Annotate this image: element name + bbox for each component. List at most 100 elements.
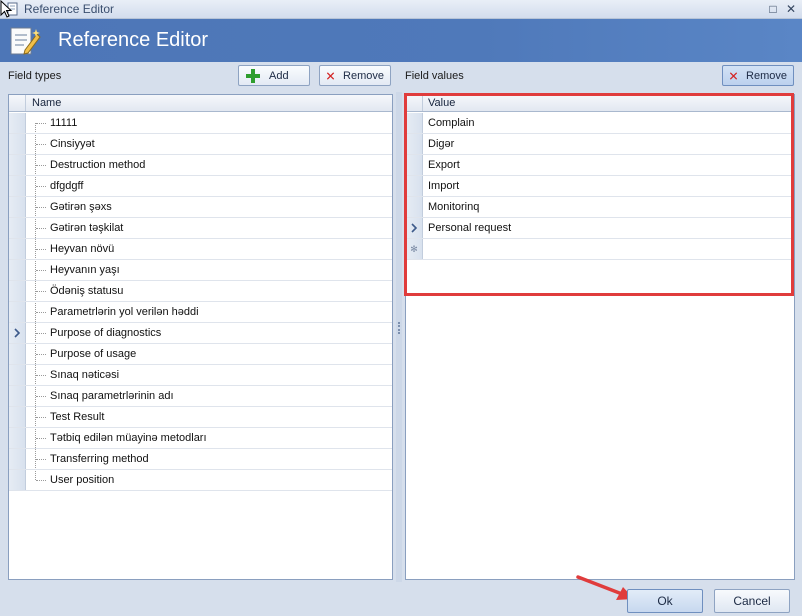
field-value-row[interactable]: Complain: [406, 113, 794, 134]
field-type-row[interactable]: Destruction method: [9, 155, 392, 176]
field-type-row[interactable]: Gətirən təşkilat: [9, 218, 392, 239]
field-type-name: Cinsiyyət: [50, 138, 95, 150]
new-row-asterisk-icon[interactable]: ✻: [406, 239, 423, 259]
field-value-text: Export: [428, 159, 460, 171]
tree-connector-branch: [36, 396, 46, 397]
current-row-indicator-icon[interactable]: [406, 218, 423, 238]
window-title: Reference Editor: [24, 2, 115, 16]
name-column-header[interactable]: Name: [32, 97, 61, 109]
field-value-row[interactable]: Monitorinq: [406, 197, 794, 218]
tree-connector-branch: [36, 186, 46, 187]
row-indicator[interactable]: [9, 260, 26, 280]
row-indicator[interactable]: [406, 155, 423, 175]
row-indicator[interactable]: [406, 197, 423, 217]
tree-connector-branch: [36, 480, 46, 481]
value-column-header[interactable]: Value: [428, 97, 455, 109]
row-indicator[interactable]: [9, 134, 26, 154]
remove-field-value-button[interactable]: Remove: [722, 65, 794, 86]
field-type-row[interactable]: Sınaq nəticəsi: [9, 365, 392, 386]
remove-button-label: Remove: [746, 69, 787, 82]
field-type-row[interactable]: Purpose of usage: [9, 344, 392, 365]
cancel-button-label: Cancel: [733, 594, 771, 608]
field-value-text: Digər: [428, 138, 455, 150]
field-type-name: Tətbiq edilən müayinə metodları: [50, 432, 207, 444]
tree-connector-branch: [36, 270, 46, 271]
grid-header-corner: [9, 95, 26, 111]
field-type-row[interactable]: Ödəniş statusu: [9, 281, 392, 302]
edit-document-icon: [10, 27, 41, 55]
tree-connector-branch: [36, 228, 46, 229]
maximize-button[interactable]: □: [764, 0, 782, 18]
row-indicator[interactable]: [9, 302, 26, 322]
field-type-name: Gətirən şəxs: [50, 201, 112, 213]
field-type-name: dfgdgff: [50, 180, 84, 192]
row-indicator[interactable]: [9, 470, 26, 490]
close-icon: ✕: [785, 2, 797, 16]
row-indicator[interactable]: [9, 197, 26, 217]
field-type-row[interactable]: dfgdgff: [9, 176, 392, 197]
field-type-row[interactable]: Gətirən şəxs: [9, 197, 392, 218]
remove-field-type-button[interactable]: Remove: [319, 65, 391, 86]
field-values-label: Field values: [405, 70, 464, 82]
field-type-row[interactable]: Test Result: [9, 407, 392, 428]
cancel-button[interactable]: Cancel: [714, 589, 790, 613]
field-value-text: Monitorinq: [428, 201, 480, 213]
new-value-row[interactable]: ✻: [406, 239, 794, 260]
field-type-row[interactable]: Heyvanın yaşı: [9, 260, 392, 281]
row-indicator[interactable]: [9, 344, 26, 364]
field-type-row[interactable]: Tətbiq edilən müayinə metodları: [9, 428, 392, 449]
remove-button-label: Remove: [343, 69, 384, 82]
field-type-row[interactable]: User position: [9, 470, 392, 491]
row-indicator[interactable]: [9, 449, 26, 469]
tree-connector-branch: [36, 438, 46, 439]
row-indicator[interactable]: [9, 155, 26, 175]
header-banner: Reference Editor: [0, 19, 802, 62]
current-row-indicator-icon[interactable]: [9, 323, 26, 343]
tree-connector-branch: [36, 207, 46, 208]
field-type-row[interactable]: Purpose of diagnostics: [9, 323, 392, 344]
field-value-row[interactable]: Digər: [406, 134, 794, 155]
row-indicator[interactable]: [9, 218, 26, 238]
row-indicator[interactable]: [9, 239, 26, 259]
row-indicator[interactable]: [9, 113, 26, 133]
row-indicator[interactable]: [9, 176, 26, 196]
close-window-button[interactable]: ✕: [782, 0, 800, 18]
row-indicator[interactable]: [406, 113, 423, 133]
add-button[interactable]: Add: [238, 65, 310, 86]
row-indicator[interactable]: [9, 386, 26, 406]
field-value-row[interactable]: Import: [406, 176, 794, 197]
row-indicator[interactable]: [9, 281, 26, 301]
field-value-row[interactable]: Personal request: [406, 218, 794, 239]
maximize-icon: □: [769, 2, 777, 16]
field-type-name: Destruction method: [50, 159, 146, 171]
row-indicator[interactable]: [9, 428, 26, 448]
row-indicator[interactable]: [406, 134, 423, 154]
field-types-grid-header: Name: [9, 95, 392, 112]
field-type-row[interactable]: Sınaq parametrlərinin adı: [9, 386, 392, 407]
ok-button[interactable]: Ok: [627, 589, 703, 613]
field-type-name: Sınaq nəticəsi: [50, 369, 120, 381]
field-values-grid-header: Value: [406, 95, 794, 112]
field-type-name: Gətirən təşkilat: [50, 222, 124, 234]
tree-connector-branch: [36, 249, 46, 250]
row-indicator[interactable]: [9, 365, 26, 385]
tree-connector-branch: [36, 333, 46, 334]
field-type-row[interactable]: Heyvan növü: [9, 239, 392, 260]
field-type-row[interactable]: Transferring method: [9, 449, 392, 470]
field-type-name: Parametrlərin yol verilən həddi: [50, 306, 199, 318]
field-value-row[interactable]: Export: [406, 155, 794, 176]
field-value-text: Personal request: [428, 222, 512, 234]
field-type-name: Sınaq parametrlərinin adı: [50, 390, 174, 402]
field-types-grid[interactable]: Name 11111 Cinsiyyət Destruction method dfg…: [8, 94, 393, 580]
field-values-grid[interactable]: Value Complain Digər Export Import Monitorin…: [405, 94, 795, 580]
field-type-row[interactable]: Cinsiyyət: [9, 134, 392, 155]
field-type-name: Test Result: [50, 411, 105, 423]
field-type-row[interactable]: 11111: [9, 113, 392, 134]
field-type-row[interactable]: Parametrlərin yol verilən həddi: [9, 302, 392, 323]
panel-splitter[interactable]: [396, 92, 402, 582]
row-indicator[interactable]: [406, 176, 423, 196]
tree-connector-branch: [36, 291, 46, 292]
row-indicator[interactable]: [9, 407, 26, 427]
field-type-name: Heyvanın yaşı: [50, 264, 120, 276]
tree-connector-branch: [36, 165, 46, 166]
